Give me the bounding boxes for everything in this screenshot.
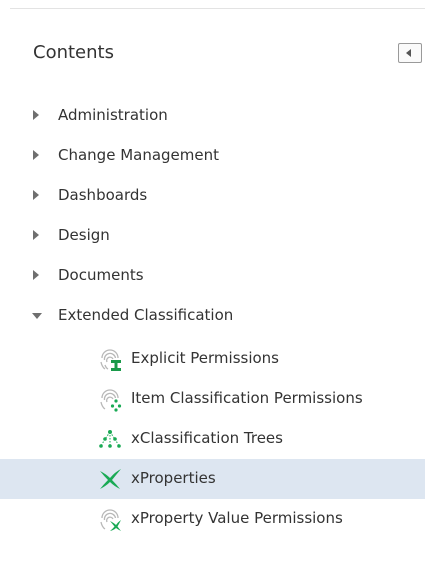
tree-item-item-classification-permissions[interactable]: Item Classification Permissions: [0, 379, 425, 419]
tree-item-dashboards[interactable]: Dashboards: [0, 176, 425, 216]
tree-item-label: xClassification Trees: [131, 429, 283, 447]
tree-item-documents[interactable]: Documents: [0, 256, 425, 296]
fingerprint-tree-icon: [100, 389, 122, 412]
tree-item-design[interactable]: Design: [0, 216, 425, 256]
tree-item-label: Documents: [58, 266, 144, 284]
tree-item-label: Administration: [58, 106, 168, 124]
tree-item-label: Dashboards: [58, 186, 148, 204]
expand-arrow-icon[interactable]: [33, 190, 39, 200]
contents-header: Contents: [0, 9, 425, 79]
collapse-left-icon: [406, 49, 411, 57]
tree-item-administration[interactable]: Administration: [0, 96, 425, 136]
fingerprint-permission-icon: [100, 349, 121, 371]
tree-item-extended-classification[interactable]: Extended Classification: [0, 296, 425, 336]
tree-item-label: Design: [58, 226, 110, 244]
classification-tree-icon: [99, 430, 121, 448]
expand-arrow-icon[interactable]: [33, 270, 39, 280]
tree-item-explicit-permissions[interactable]: Explicit Permissions: [0, 339, 425, 379]
tree-item-change-management[interactable]: Change Management: [0, 136, 425, 176]
xproperty-icon: [100, 469, 121, 489]
tree-item-label: Item Classification Permissions: [131, 389, 363, 407]
expand-arrow-icon[interactable]: [33, 150, 39, 160]
expand-arrow-icon[interactable]: [33, 110, 39, 120]
panel-title: Contents: [33, 42, 114, 63]
expand-arrow-icon[interactable]: [33, 230, 39, 240]
tree-item-xproperties[interactable]: xProperties: [0, 459, 425, 499]
tree-item-label: Extended Classification: [58, 306, 234, 324]
tree-item-xproperty-value-permissions[interactable]: xProperty Value Permissions: [0, 499, 425, 539]
tree-item-label: xProperty Value Permissions: [131, 509, 343, 527]
fingerprint-x-icon: [100, 509, 121, 531]
tree-item-label: xProperties: [131, 469, 216, 487]
tree-item-label: Change Management: [58, 146, 220, 164]
collapse-arrow-icon[interactable]: [32, 313, 42, 319]
tree-item-label: Explicit Permissions: [131, 349, 279, 367]
tree-item-xclassification-trees[interactable]: xClassification Trees: [0, 419, 425, 459]
collapse-panel-button[interactable]: [398, 43, 422, 63]
